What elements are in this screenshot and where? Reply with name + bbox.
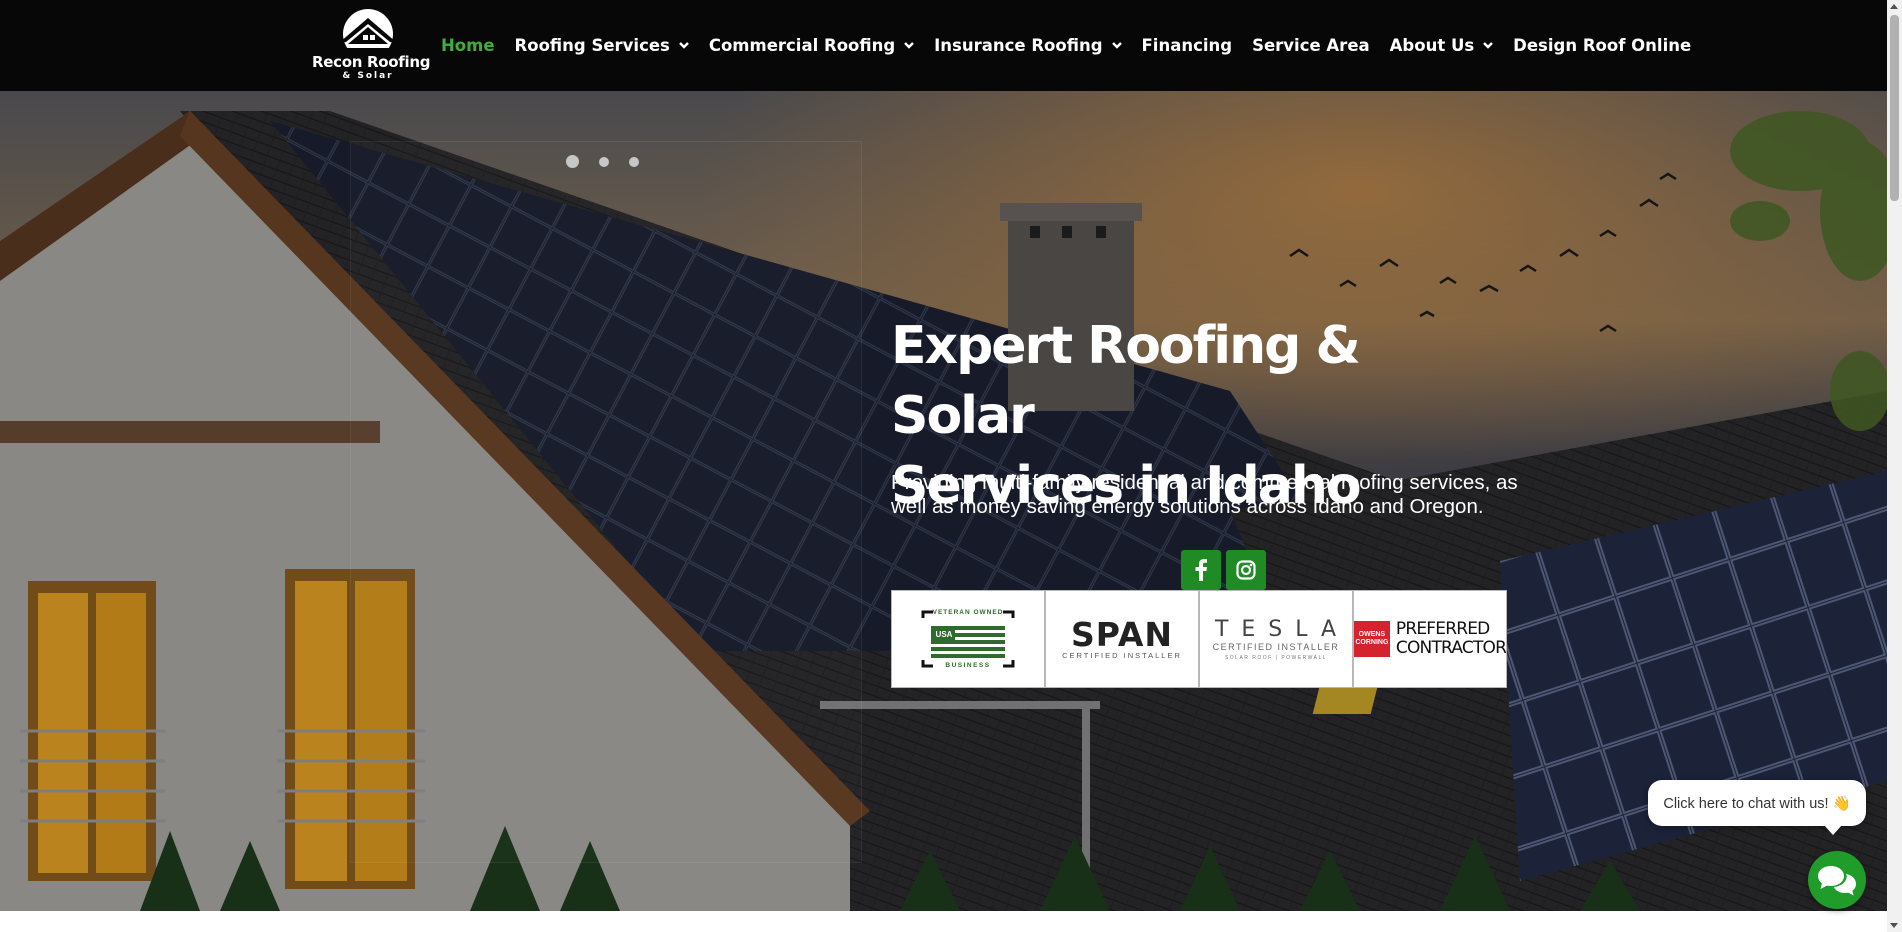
nav-item-home[interactable]: Home [441, 36, 495, 55]
chevron-down-icon [1483, 42, 1494, 49]
owens-corning-badge: OWENS CORNING PREFERRED CONTRACTOR [1353, 590, 1507, 688]
contractor-text: CONTRACTOR [1395, 638, 1507, 658]
tesla-logo-text: TESLA [1214, 616, 1350, 642]
facebook-icon [1195, 559, 1207, 581]
hero-description: Providing multi-family residential and c… [891, 471, 1518, 518]
hero-section: Expert Roofing & Solar Services in Idaho… [0, 91, 1887, 911]
span-certified-badge: SPAN CERTIFIED INSTALLER [1045, 590, 1199, 688]
tesla-certified-badge: TESLA CERTIFIED INSTALLER SOLAR ROOF | P… [1199, 590, 1353, 688]
slider-frame [350, 141, 862, 863]
span-sub-text: CERTIFIED INSTALLER [1062, 650, 1182, 660]
main-nav: Home Roofing Services Commercial Roofing In… [441, 32, 1711, 58]
slider-dots [566, 155, 639, 168]
veteran-top-text: VETERAN OWNED [932, 609, 1004, 616]
span-logo-text: SPAN [1070, 614, 1174, 654]
tesla-sub-text: CERTIFIED INSTALLER [1212, 641, 1340, 652]
scroll-up-arrow-icon[interactable] [1890, 4, 1898, 9]
nav-item-commercial-roofing[interactable]: Commercial Roofing [708, 35, 915, 55]
nav-item-about-us[interactable]: About Us [1390, 36, 1494, 55]
instagram-icon [1236, 560, 1256, 580]
chevron-down-icon [904, 42, 915, 49]
nav-item-roofing-services[interactable]: Roofing Services [515, 36, 689, 55]
preferred-text: PREFERRED [1395, 619, 1490, 639]
social-links [1181, 550, 1266, 590]
nav-item-insurance-roofing[interactable]: Insurance Roofing [934, 35, 1122, 55]
slider-dot-2[interactable] [599, 156, 609, 167]
nav-item-financing[interactable]: Financing [1142, 36, 1233, 55]
nav-item-label: Financing [1141, 35, 1233, 55]
veteran-flag-text: USA [935, 630, 953, 639]
nav-item-service-area[interactable]: Service Area [1252, 36, 1370, 55]
slider-dot-1[interactable] [566, 155, 579, 168]
nav-item-label: Home [441, 35, 495, 55]
nav-item-label: About Us [1389, 35, 1475, 55]
site-header: Recon Roofing & Solar Home Roofing Servic… [0, 0, 1887, 91]
logo-name: Recon Roofing [312, 53, 431, 71]
page-scrollbar[interactable] [1887, 0, 1902, 932]
chat-icon [1818, 866, 1856, 896]
chat-prompt-bubble[interactable]: Click here to chat with us! 👋 [1648, 780, 1866, 835]
owens-corning-logo: OWENS CORNING [1354, 621, 1390, 657]
house-logo-icon [330, 9, 406, 54]
nav-item-label: Roofing Services [514, 35, 670, 55]
nav-item-label: Service Area [1252, 35, 1370, 55]
chevron-down-icon [1111, 42, 1122, 49]
oc-logo-line2: CORNING [1355, 639, 1389, 646]
logo-sub: & Solar [342, 71, 394, 81]
slider-dot-3[interactable] [629, 156, 639, 167]
chevron-down-icon [679, 42, 689, 49]
scrollbar-thumb[interactable] [1890, 15, 1899, 201]
veteran-bottom-text: BUSINESS [945, 662, 991, 669]
site-logo[interactable]: Recon Roofing & Solar [312, 8, 431, 84]
instagram-button[interactable] [1226, 550, 1266, 590]
nav-item-label: Insurance Roofing [934, 35, 1103, 55]
scroll-down-arrow-icon[interactable] [1890, 923, 1898, 928]
nav-item-label: Design Roof Online [1513, 35, 1692, 55]
veteran-flag-icon [921, 610, 1015, 668]
hero-title-line1: Expert Roofing & Solar [891, 316, 1361, 446]
oc-logo-line1: OWENS [1358, 631, 1386, 638]
chat-launcher-button[interactable] [1808, 851, 1866, 909]
nav-item-label: Commercial Roofing [708, 35, 896, 55]
nav-item-design-roof-online[interactable]: Design Roof Online [1513, 36, 1691, 55]
certification-badges: VETERAN OWNED USA BUSINESS SPAN CERTIFIE… [891, 590, 1507, 688]
tesla-products-text: SOLAR ROOF | POWERWALL [1224, 654, 1328, 661]
facebook-button[interactable] [1181, 550, 1221, 590]
veteran-owned-badge: VETERAN OWNED USA BUSINESS [891, 590, 1045, 688]
